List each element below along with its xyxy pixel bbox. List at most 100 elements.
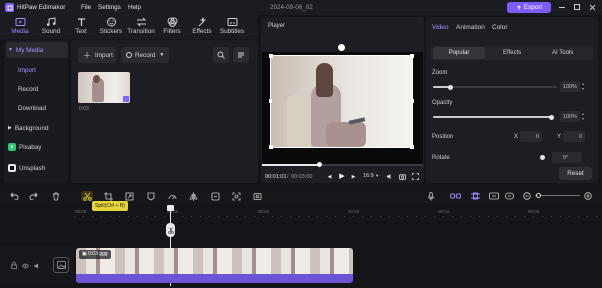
import-button[interactable]: ＋ Import (78, 47, 116, 63)
volume-button[interactable] (385, 172, 393, 180)
resize-handle-tl[interactable] (269, 54, 273, 58)
search-button[interactable] (213, 47, 229, 63)
tool-text[interactable]: Text (66, 17, 96, 39)
opacity-value-field[interactable]: 100% (560, 111, 580, 122)
split-tooltip-text: Split(Ctrl + B) (95, 203, 125, 209)
track-link-button[interactable] (449, 191, 461, 201)
detect-button[interactable] (230, 191, 242, 201)
play-button[interactable]: ▶ (338, 172, 346, 180)
sidebar-record[interactable]: Record (18, 81, 78, 97)
position-y-field[interactable]: 0 (563, 131, 585, 142)
subtab-ai-tools[interactable]: AI Tools (552, 50, 573, 56)
tool-filters-label: Filters (163, 28, 181, 35)
tab-color[interactable]: Color (492, 24, 508, 31)
close-button[interactable] (588, 3, 596, 11)
magnet-button[interactable] (469, 191, 481, 201)
tool-subtitles[interactable]: Subtitles (217, 17, 247, 39)
export-button[interactable]: Export (507, 2, 551, 13)
rotate-dial-icon[interactable] (540, 155, 545, 160)
menu-file[interactable]: File (81, 4, 91, 11)
tool-media[interactable]: Media (5, 17, 35, 39)
prev-frame-button[interactable]: ◀ (326, 173, 333, 180)
resize-button[interactable] (123, 191, 135, 201)
crop-button[interactable] (102, 191, 114, 201)
record-button[interactable]: Record ▼ (121, 47, 169, 63)
preview-quality-button[interactable] (488, 191, 500, 201)
tool-effects[interactable]: Effects (187, 17, 217, 39)
timeline-video-clip[interactable]: ▣ 0:03 ggg (76, 248, 353, 283)
detect-icon (232, 192, 240, 200)
tab-animation[interactable]: Animation (456, 24, 485, 31)
rotate-value-field[interactable]: 0° (552, 152, 582, 163)
next-frame-button[interactable]: ▶ (350, 173, 357, 180)
scissors-icon (82, 192, 92, 201)
sidebar-unsplash[interactable]: Unsplash (8, 160, 68, 176)
tool-transition[interactable]: Transition (126, 17, 156, 39)
tool-filters[interactable]: Filters (157, 17, 187, 39)
timeline-zoom-track[interactable] (535, 195, 580, 196)
sidebar-download[interactable]: Download (18, 100, 78, 116)
mirror-button[interactable] (187, 191, 199, 201)
tool-media-label: Media (11, 28, 29, 35)
speed-button[interactable] (166, 191, 178, 201)
zoom-out-button[interactable] (521, 191, 533, 201)
subtab-popular[interactable]: Popular (433, 47, 485, 59)
resize-handle-bl[interactable] (269, 145, 273, 149)
undo-button[interactable] (8, 191, 20, 201)
title-bar: HitPaw Edimakor File Settings Help 2024-… (0, 0, 602, 15)
sidebar-record-label: Record (18, 85, 39, 93)
tool-stickers[interactable]: Stickers (96, 17, 126, 39)
zoom-stepper[interactable]: ▴ ▾ (582, 81, 590, 92)
screenshot-button[interactable] (251, 191, 263, 201)
preview-frame[interactable] (270, 55, 413, 148)
zoom-value-field[interactable]: 100% (560, 81, 580, 92)
resize-handle-br[interactable] (410, 145, 414, 149)
sidebar-my-media[interactable]: ▼ My Media (8, 42, 68, 58)
playhead-top[interactable] (167, 205, 174, 211)
main-toolbar: Media Sound Text Stickers Transition Fil… (0, 15, 258, 39)
resize-handle-r[interactable] (411, 99, 414, 103)
delete-button[interactable] (50, 191, 62, 201)
voiceover-button[interactable] (425, 191, 437, 201)
zoom-slider-knob[interactable] (447, 84, 453, 90)
freeze-button[interactable] (209, 191, 221, 201)
lock-icon (10, 262, 17, 269)
crop-icon (103, 191, 113, 201)
marker-button[interactable] (145, 191, 157, 201)
position-x-field[interactable]: 0 (520, 131, 542, 142)
timeline-ruler[interactable] (74, 204, 602, 216)
opacity-stepper[interactable]: ▴ ▾ (582, 111, 590, 122)
camera-icon (398, 173, 406, 180)
record-button-label: Record (135, 51, 156, 59)
menu-settings[interactable]: Settings (98, 4, 121, 11)
resize-handle-tr[interactable] (410, 54, 414, 58)
track-lock-button[interactable] (10, 262, 17, 269)
track-mute-button[interactable] (34, 262, 41, 269)
playhead-split-handle[interactable] (166, 223, 175, 237)
media-thumbnail[interactable]: ✓ (78, 72, 130, 103)
subtab-effects[interactable]: Effects (503, 50, 521, 56)
snapshot-button[interactable] (398, 172, 406, 180)
split-button[interactable] (81, 191, 93, 201)
tab-video[interactable]: Video (432, 24, 449, 31)
zoom-in-button[interactable] (582, 191, 594, 201)
rotate-handle[interactable] (338, 44, 345, 51)
track-visibility-button[interactable] (22, 262, 29, 269)
menu-help[interactable]: Help (128, 4, 141, 11)
fullscreen-button[interactable] (411, 172, 419, 180)
track-cover-button[interactable] (53, 257, 69, 273)
aspect-ratio-select[interactable]: 16:9 ▼ (363, 173, 379, 179)
tool-sound[interactable]: Sound (36, 17, 66, 39)
maximize-button[interactable] (574, 4, 580, 10)
list-view-button[interactable] (233, 47, 249, 63)
reset-button[interactable]: Reset (559, 167, 592, 180)
sidebar-import[interactable]: Import (18, 62, 78, 78)
sidebar-pixabay[interactable]: p Pixabay (8, 139, 68, 155)
redo-button[interactable] (27, 191, 39, 201)
resize-handle-l[interactable] (269, 99, 272, 103)
opacity-slider-knob[interactable] (548, 114, 554, 120)
sidebar-background[interactable]: ▶ Background (8, 120, 68, 136)
minimize-button[interactable] (559, 7, 565, 8)
fit-timeline-button[interactable] (503, 191, 515, 201)
timeline-zoom-knob[interactable] (536, 193, 541, 198)
